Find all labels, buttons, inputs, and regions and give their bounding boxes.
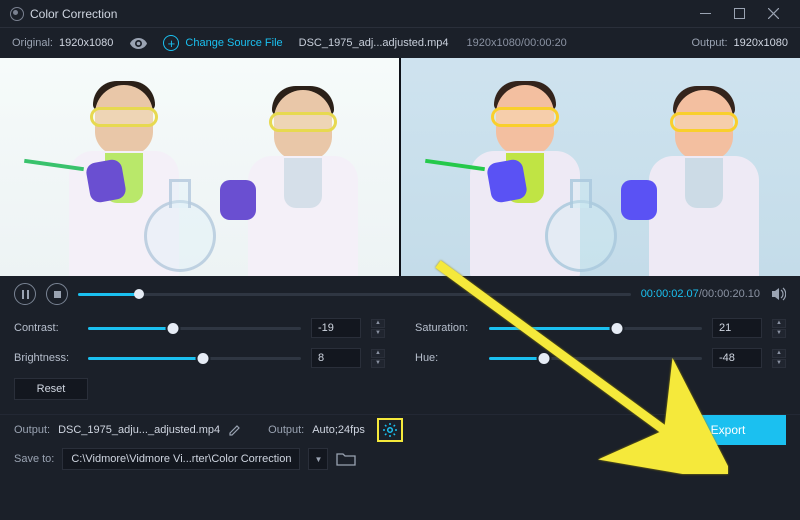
brightness-row: Brightness: 8 ▲▼ (14, 348, 385, 368)
brightness-label: Brightness: (14, 352, 78, 364)
rename-icon[interactable] (228, 423, 242, 437)
saturation-label: Saturation: (415, 322, 479, 334)
stop-button[interactable] (46, 283, 68, 305)
brightness-up[interactable]: ▲ (371, 349, 385, 358)
brightness-value[interactable]: 8 (311, 348, 361, 368)
saturation-value[interactable]: 21 (712, 318, 762, 338)
output-resolution: 1920x1080 (734, 37, 788, 49)
output-format-label: Output: (268, 424, 304, 436)
save-path-field[interactable]: C:\Vidmore\Vidmore Vi...rter\Color Corre… (62, 448, 300, 470)
minimize-button[interactable] (688, 0, 722, 28)
seek-slider[interactable] (78, 293, 631, 296)
contrast-down[interactable]: ▼ (371, 329, 385, 338)
save-path-dropdown[interactable]: ▼ (308, 448, 328, 470)
export-button[interactable]: Export (670, 415, 786, 445)
output-filename: DSC_1975_adju..._adjusted.mp4 (58, 424, 220, 436)
playback-bar: 00:00:02.07/00:00:20.10 (0, 276, 800, 312)
browse-folder-icon[interactable] (336, 451, 356, 467)
saturation-row: Saturation: 21 ▲▼ (415, 318, 786, 338)
saturation-slider[interactable] (489, 327, 702, 330)
app-logo-icon (10, 7, 24, 21)
change-source-label: Change Source File (185, 37, 282, 49)
maximize-button[interactable] (722, 0, 756, 28)
hue-value[interactable]: -48 (712, 348, 762, 368)
volume-icon[interactable] (770, 286, 786, 302)
contrast-label: Contrast: (14, 322, 78, 334)
window-title: Color Correction (30, 7, 117, 21)
close-button[interactable] (756, 0, 790, 28)
time-display: 00:00:02.07/00:00:20.10 (641, 288, 760, 300)
saturation-up[interactable]: ▲ (772, 319, 786, 328)
settings-gear-icon[interactable] (382, 422, 398, 438)
info-bar: Original: 1920x1080 + Change Source File… (0, 28, 800, 58)
preview-output-pane (401, 58, 800, 276)
preview-toggle-icon[interactable] (129, 34, 147, 52)
save-row: Save to: C:\Vidmore\Vidmore Vi...rter\Co… (0, 444, 800, 474)
adjustment-sliders: Contrast: -19 ▲▼ Saturation: 21 ▲▼ Brigh… (0, 312, 800, 370)
output-format-value: Auto;24fps (312, 424, 365, 436)
save-to-label: Save to: (14, 453, 54, 465)
saturation-down[interactable]: ▼ (772, 329, 786, 338)
hue-up[interactable]: ▲ (772, 349, 786, 358)
hue-row: Hue: -48 ▲▼ (415, 348, 786, 368)
original-resolution: 1920x1080 (59, 37, 113, 49)
output-label: Output: (691, 37, 727, 49)
hue-down[interactable]: ▼ (772, 359, 786, 368)
preview-original-pane (0, 58, 399, 276)
source-res-duration: 1920x1080/00:00:20 (466, 37, 566, 49)
contrast-row: Contrast: -19 ▲▼ (14, 318, 385, 338)
output-row: Output: DSC_1975_adju..._adjusted.mp4 Ou… (0, 414, 800, 444)
plus-circle-icon: + (163, 35, 179, 51)
pause-button[interactable] (14, 283, 36, 305)
hue-label: Hue: (415, 352, 479, 364)
contrast-value[interactable]: -19 (311, 318, 361, 338)
output-file-label: Output: (14, 424, 50, 436)
source-filename: DSC_1975_adj...adjusted.mp4 (299, 37, 449, 49)
hue-slider[interactable] (489, 357, 702, 360)
original-label: Original: (12, 37, 53, 49)
reset-button[interactable]: Reset (14, 378, 88, 400)
settings-highlight (377, 418, 403, 442)
titlebar: Color Correction (0, 0, 800, 28)
brightness-slider[interactable] (88, 357, 301, 360)
change-source-button[interactable]: + Change Source File (163, 35, 282, 51)
preview-area (0, 58, 800, 276)
brightness-down[interactable]: ▼ (371, 359, 385, 368)
contrast-up[interactable]: ▲ (371, 319, 385, 328)
contrast-slider[interactable] (88, 327, 301, 330)
